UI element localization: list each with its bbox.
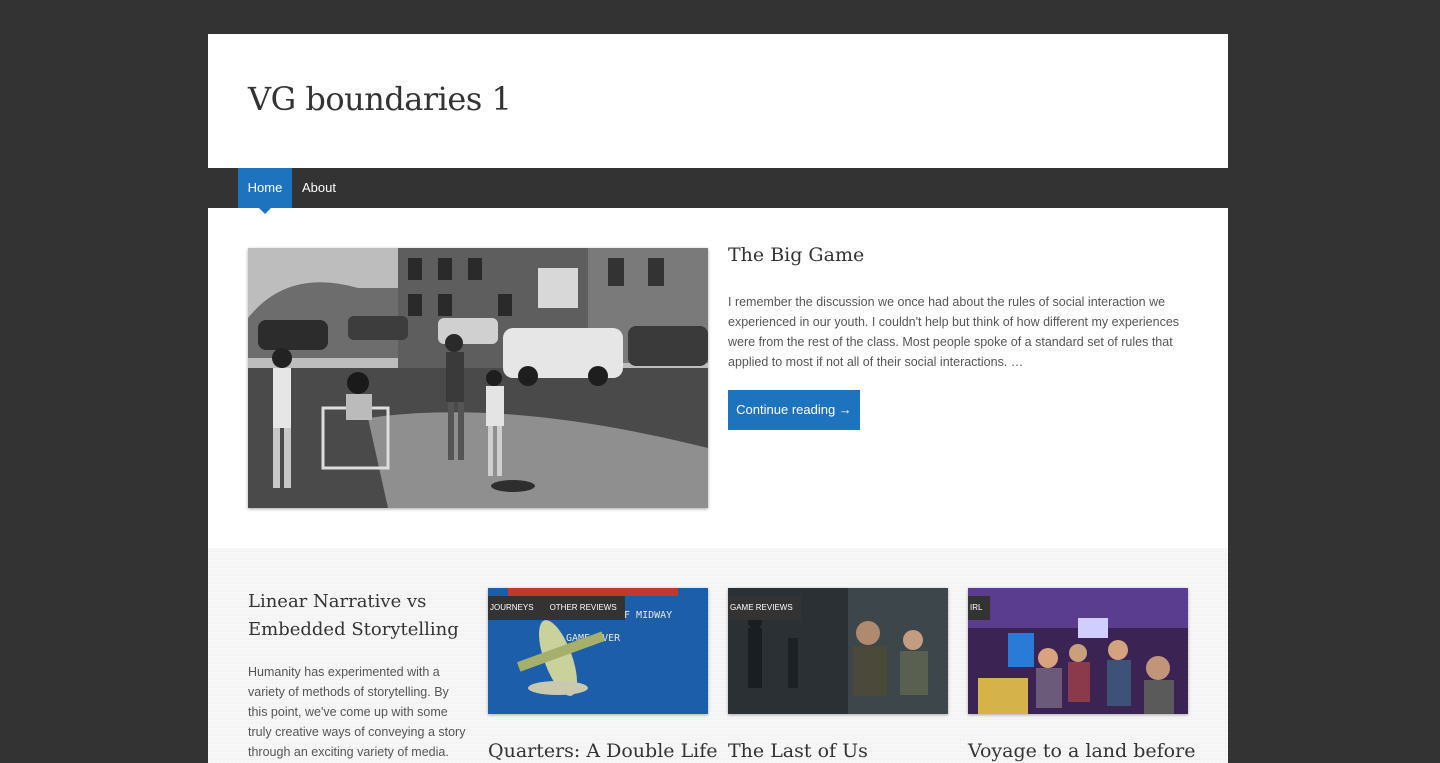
tag-other-reviews[interactable]: Other Reviews: [541, 596, 625, 620]
site-title[interactable]: VG boundaries 1: [248, 80, 512, 118]
arcade-crowd-illustration: [968, 588, 1188, 714]
nav-item-about[interactable]: About: [302, 168, 336, 208]
tag-game-reviews[interactable]: Game Reviews: [728, 596, 801, 620]
featured-post: The Big Game I remember the discussion w…: [208, 208, 1228, 548]
post-card-tags: Journeys Other Reviews: [488, 596, 625, 620]
featured-post-excerpt: I remember the discussion we once had ab…: [728, 295, 1180, 369]
post-card: OF MIDWAY GAME OVER Journeys Other Revie…: [488, 588, 718, 762]
street-photo-illustration: [248, 248, 708, 508]
post-card-image[interactable]: OF MIDWAY GAME OVER Journeys Other Revie…: [488, 588, 708, 714]
post-card-image[interactable]: Game Reviews: [728, 588, 948, 714]
post-grid: Linear Narrative vs Embedded Storytellin…: [208, 548, 1228, 763]
main-navigation: Home About: [208, 168, 1228, 214]
side-post-excerpt: Humanity has experimented with a variety…: [248, 665, 466, 759]
post-card-tags: IRL: [968, 596, 991, 625]
post-card-title[interactable]: The Last of Us: [728, 740, 948, 762]
page-container: VG boundaries 1 Home About The Big Game …: [208, 34, 1228, 763]
side-post-title[interactable]: Linear Narrative vs Embedded Storytellin…: [248, 588, 468, 644]
post-card: IRL Voyage to a land before: [968, 588, 1195, 762]
game-screen-text-1: OF MIDWAY: [618, 610, 672, 621]
featured-post-title[interactable]: The Big Game: [728, 244, 864, 266]
site-header: VG boundaries 1: [208, 34, 1228, 168]
post-card-title[interactable]: Voyage to a land before: [968, 740, 1195, 762]
featured-post-image[interactable]: [248, 248, 708, 508]
side-post: Linear Narrative vs Embedded Storytellin…: [248, 588, 468, 762]
post-card-image[interactable]: IRL: [968, 588, 1188, 714]
tag-irl[interactable]: IRL: [968, 596, 991, 620]
post-card-tags: Game Reviews: [728, 596, 801, 620]
nav-item-home[interactable]: Home: [238, 168, 292, 214]
tag-journeys[interactable]: Journeys: [488, 596, 542, 620]
post-card: Game Reviews The Last of Us: [728, 588, 948, 762]
continue-reading-button[interactable]: Continue reading →: [728, 390, 860, 430]
post-card-title[interactable]: Quarters: A Double Life: [488, 740, 718, 762]
